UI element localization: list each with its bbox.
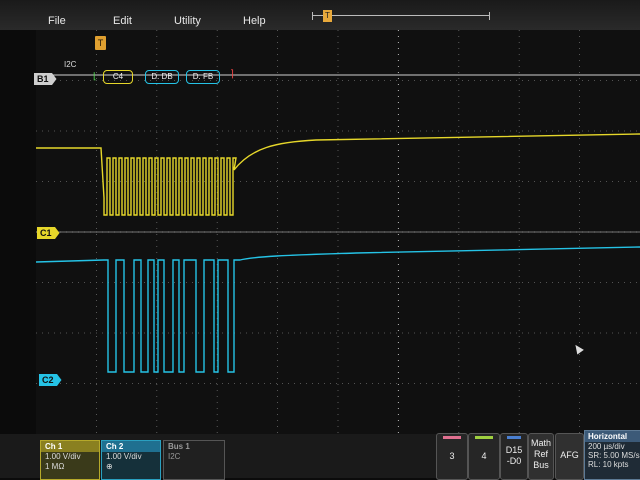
ch3-button[interactable]: 3: [436, 433, 468, 480]
ch1-impedance: 1 MΩ: [45, 462, 65, 471]
horizontal-scale: 200 µs/div: [588, 442, 625, 451]
menu-utility[interactable]: Utility: [174, 15, 201, 27]
trigger-position-icon: T: [323, 10, 332, 22]
menu-bar: File Edit Utility Help T: [0, 0, 640, 30]
bus-packet-address[interactable]: C4: [103, 70, 133, 84]
bus1-badge-title: Bus 1: [168, 442, 190, 451]
menu-file[interactable]: File: [48, 15, 66, 27]
ch2-label[interactable]: C2: [39, 374, 62, 386]
bus1-type: I2C: [168, 452, 181, 461]
start-marker-icon: ⌊: [93, 71, 97, 81]
bus-label[interactable]: B1: [34, 73, 57, 85]
ch1-badge[interactable]: Ch 1 1.00 V/div 1 MΩ: [40, 440, 100, 480]
bus1-badge[interactable]: Bus 1 I2C: [163, 440, 225, 480]
horizontal-sample-rate: SR: 5.00 MS/s: [588, 451, 640, 460]
ch2-waveform: [36, 246, 640, 373]
ch4-button[interactable]: 4: [468, 433, 500, 480]
afg-button[interactable]: AFG: [555, 433, 584, 480]
bus-packet-data-2[interactable]: D: FB: [186, 70, 220, 84]
horizontal-record-length: RL: 10 kpts: [588, 460, 629, 469]
ch2-badge-title: Ch 2: [102, 441, 160, 452]
horizontal-title: Horizontal: [585, 431, 640, 442]
record-view-ruler[interactable]: T: [312, 10, 490, 22]
ruler-line: [313, 15, 489, 16]
digital-button[interactable]: D15 -D0: [500, 433, 528, 480]
ch4-button-label: 4: [481, 451, 487, 461]
bus-packet-data-1[interactable]: D: DB: [145, 70, 179, 84]
menu-edit[interactable]: Edit: [113, 15, 132, 27]
trigger-marker-icon[interactable]: T: [95, 36, 106, 50]
ch3-button-label: 3: [449, 451, 455, 461]
graticule: [36, 30, 640, 434]
horizontal-badge[interactable]: Horizontal 200 µs/div SR: 5.00 MS/s RL: …: [584, 430, 640, 480]
ch3-color-bar: [443, 436, 461, 439]
menu-help[interactable]: Help: [243, 15, 266, 27]
bus-name: I2C: [64, 60, 77, 69]
ch1-scale: 1.00 V/div: [45, 452, 81, 461]
ch1-label[interactable]: C1: [37, 227, 60, 239]
math-ref-bus-button[interactable]: Math Ref Bus: [528, 433, 554, 480]
digital-color-bar: [507, 436, 521, 439]
ch1-badge-title: Ch 1: [41, 441, 99, 452]
ch2-bw-icon: ⊕: [106, 462, 113, 471]
stop-marker-icon: ⌉: [230, 69, 234, 80]
math-ref-bus-label: Math Ref Bus: [530, 438, 551, 470]
ch2-badge[interactable]: Ch 2 1.00 V/div ⊕: [101, 440, 161, 480]
afg-button-label: AFG: [560, 450, 579, 460]
ch4-color-bar: [475, 436, 493, 439]
waveform-display[interactable]: [36, 30, 640, 434]
digital-button-label: D15 -D0: [505, 445, 523, 466]
ch2-scale: 1.00 V/div: [106, 452, 142, 461]
